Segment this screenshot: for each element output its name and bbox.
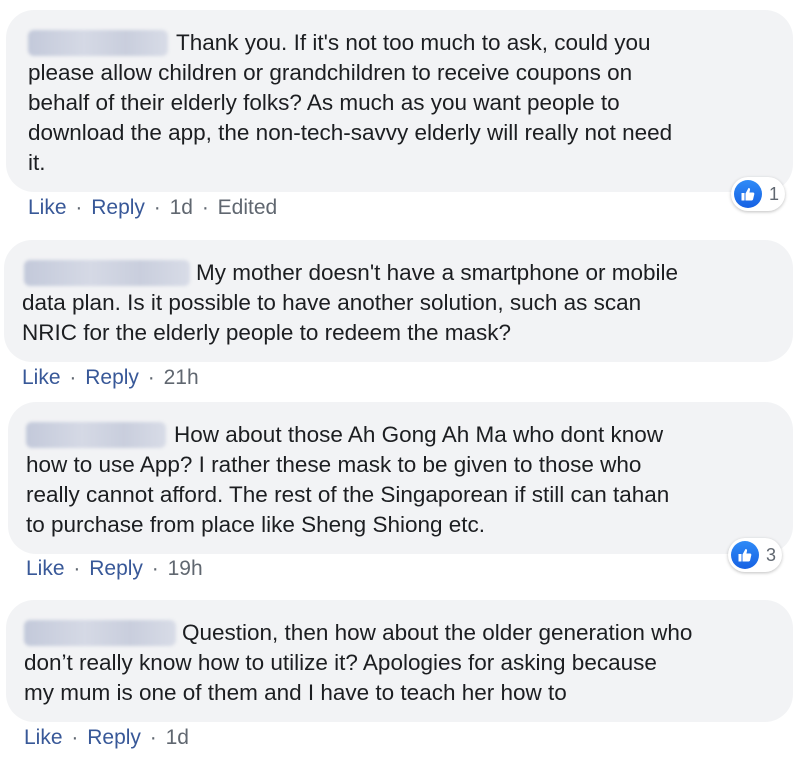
comment-text-line: download the app, the non-tech-savvy eld…	[28, 120, 673, 145]
timestamp[interactable]: 1d	[166, 726, 189, 749]
separator: ·	[149, 726, 157, 749]
separator: ·	[73, 557, 81, 580]
comment-text-line: how to use App? I rather these mask to b…	[26, 452, 642, 477]
comment-text-line: my mum is one of them and I have to teac…	[24, 680, 567, 705]
comment-text-line: to purchase from place like Sheng Shiong…	[26, 512, 486, 537]
separator: ·	[69, 366, 77, 389]
author-name-redacted[interactable]	[26, 422, 166, 448]
thumbs-up-icon	[731, 541, 759, 569]
reply-link[interactable]: Reply	[91, 196, 145, 219]
edited-label[interactable]: Edited	[218, 196, 278, 219]
comment-text-line: My mother doesn't have a smartphone or m…	[196, 260, 679, 285]
thumbs-up-icon	[734, 180, 762, 208]
like-link[interactable]: Like	[28, 196, 67, 219]
separator: ·	[201, 196, 209, 219]
author-name-redacted[interactable]	[28, 30, 168, 56]
separator: ·	[147, 366, 155, 389]
comment-text-line: behalf of their elderly folks? As much a…	[28, 90, 620, 115]
reply-link[interactable]: Reply	[89, 557, 143, 580]
like-link[interactable]: Like	[26, 557, 65, 580]
reply-link[interactable]: Reply	[87, 726, 141, 749]
reaction-summary[interactable]: 3	[728, 538, 783, 572]
timestamp[interactable]: 1d	[170, 196, 193, 219]
timestamp[interactable]: 21h	[164, 366, 199, 389]
like-link[interactable]: Like	[22, 366, 61, 389]
comment-actions: Like · Reply · 19h	[26, 557, 203, 581]
reply-link[interactable]: Reply	[85, 366, 139, 389]
comment-text-line: How about those Ah Gong Ah Ma who dont k…	[174, 422, 664, 447]
comment-text-line: Thank you. If it's not too much to ask, …	[176, 30, 651, 55]
separator: ·	[153, 196, 161, 219]
reaction-summary[interactable]: 1	[731, 177, 786, 211]
comment-text-line: don’t really know how to utilize it? Apo…	[24, 650, 657, 675]
author-name-redacted[interactable]	[24, 620, 176, 646]
like-link[interactable]: Like	[24, 726, 63, 749]
comment-text-line: please allow children or grandchildren t…	[28, 60, 633, 85]
comment-actions: Like · Reply · 1d	[24, 726, 189, 750]
comment-actions: Like · Reply · 21h	[22, 366, 199, 390]
comment-text-line: really cannot afford. The rest of the Si…	[26, 482, 670, 507]
separator: ·	[71, 726, 79, 749]
timestamp[interactable]: 19h	[168, 557, 203, 580]
author-name-redacted[interactable]	[24, 260, 190, 286]
comment-actions: Like · Reply · 1d · Edited	[28, 196, 277, 220]
comment-text-line: Question, then how about the older gener…	[182, 620, 693, 645]
separator: ·	[75, 196, 83, 219]
comment-text-line: NRIC for the elderly people to redeem th…	[22, 320, 511, 345]
reaction-count: 3	[766, 544, 777, 565]
separator: ·	[151, 557, 159, 580]
reaction-count: 1	[769, 183, 780, 204]
comment-text-line: it.	[28, 150, 46, 175]
comment-text-line: data plan. Is it possible to have anothe…	[22, 290, 642, 315]
